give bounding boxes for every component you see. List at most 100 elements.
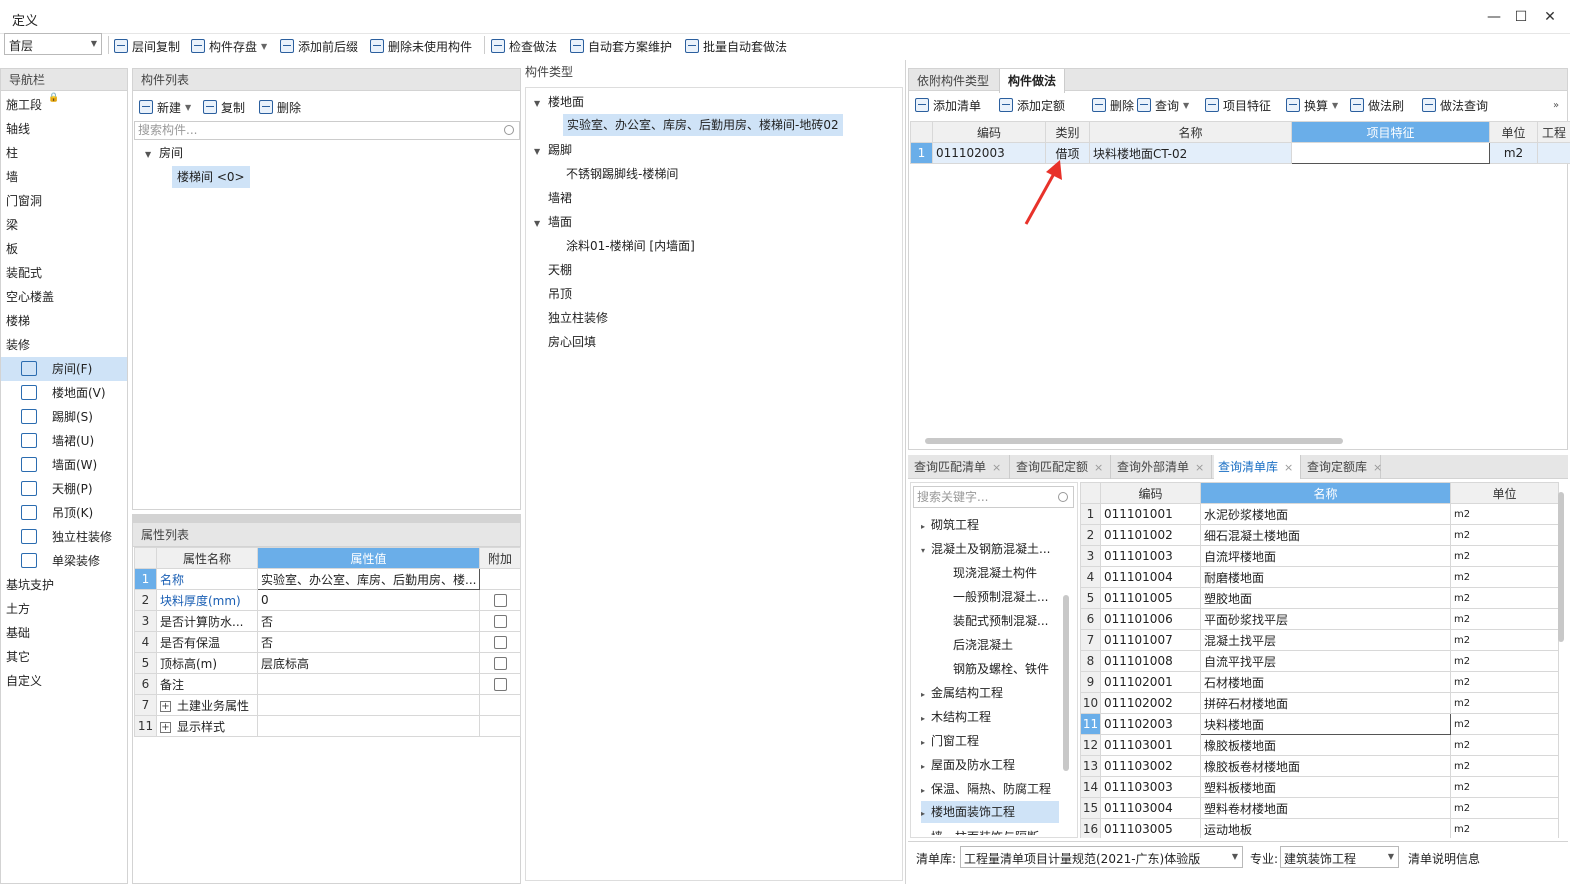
checkbox[interactable] (493, 657, 507, 670)
close-icon[interactable]: × (992, 461, 1001, 474)
column-header[interactable]: 工程 (1537, 121, 1570, 143)
table-row[interactable]: 10 011102002 拼碎石材楼地面 m2 (1080, 692, 1559, 714)
close-icon[interactable]: × (1284, 461, 1293, 474)
unit-cell[interactable]: m2 (1450, 818, 1559, 838)
column-header[interactable]: 类别 (1045, 121, 1090, 143)
table-row[interactable]: 1 名称 实验室、办公室、库房、后勤用房、楼... (134, 568, 521, 590)
table-row[interactable]: 4 是否有保温否 (134, 631, 521, 653)
name-cell[interactable]: 橡胶板楼地面 (1200, 734, 1451, 756)
check-method-button[interactable]: 检查做法 (491, 37, 557, 55)
nav-sub-item[interactable]: 天棚(P) (1, 477, 127, 501)
method-button[interactable]: 做法查询 (1422, 96, 1488, 114)
overflow-icon[interactable]: » (1553, 100, 1559, 111)
checkbox[interactable] (493, 678, 507, 691)
unit-cell[interactable]: m2 (1450, 524, 1559, 546)
table-row[interactable]: 8 011101008 自流平找平层 m2 (1080, 650, 1559, 672)
table-row[interactable]: 11 011102003 块料楼地面 m2 (1080, 713, 1559, 735)
auto-scheme-button[interactable]: 自动套方案维护 (570, 37, 672, 55)
unit-cell[interactable]: m2 (1450, 692, 1559, 714)
query-tree-item[interactable]: ▸ 保温、隔热、防腐工程 (921, 777, 1051, 801)
nav-item[interactable]: 楼梯 (6, 309, 30, 333)
tree-item-stairwell[interactable]: 楼梯间 <0> (172, 166, 250, 188)
nav-sub-item[interactable]: 墙面(W) (1, 453, 127, 477)
property-value[interactable]: 实验室、办公室、库房、后勤用房、楼... (257, 568, 480, 590)
type-tree-item[interactable]: 吊顶 (534, 282, 572, 306)
unit-cell[interactable]: m2 (1450, 734, 1559, 756)
name-cell[interactable]: 自流平找平层 (1200, 650, 1451, 672)
delete-unused-button[interactable]: 删除未使用构件 (370, 37, 472, 55)
unit-cell[interactable]: m2 (1450, 503, 1559, 525)
name-cell[interactable]: 平面砂浆找平层 (1200, 608, 1451, 630)
checkbox[interactable] (493, 636, 507, 649)
table-row[interactable]: 7 011101007 混凝土找平层 m2 (1080, 629, 1559, 651)
code-cell[interactable]: 011103003 (1100, 776, 1201, 798)
nav-item[interactable]: 基础 (6, 621, 30, 645)
name-cell[interactable]: 水泥砂浆楼地面 (1200, 503, 1451, 525)
minimize-icon[interactable]: — (1484, 8, 1504, 26)
nav-item[interactable]: 墙 (6, 165, 18, 189)
table-row[interactable]: 11 + 显示样式 (134, 715, 521, 737)
code-cell[interactable]: 011101005 (1100, 587, 1201, 609)
save-component-button[interactable]: 构件存盘 ▼ (191, 37, 267, 55)
query-tree-item[interactable]: 钢筋及螺栓、铁件 (953, 657, 1049, 681)
table-row[interactable]: 1 011101001 水泥砂浆楼地面 m2 (1080, 503, 1559, 525)
name-cell[interactable]: 塑胶地面 (1200, 587, 1451, 609)
table-row[interactable]: 6 备注 (134, 673, 521, 695)
vertical-scrollbar[interactable] (1558, 492, 1564, 642)
table-row[interactable]: 13 011103002 橡胶板卷材楼地面 m2 (1080, 755, 1559, 777)
column-header[interactable]: 附加 (479, 547, 521, 569)
code-cell[interactable]: 011101008 (1100, 650, 1201, 672)
table-row[interactable]: 3 是否计算防水... 否 (134, 610, 521, 632)
query-tree-item[interactable]: ▸ 砌筑工程 (921, 513, 979, 537)
close-icon[interactable]: × (1195, 461, 1204, 474)
table-row[interactable]: 9 011102001 石材楼地面 m2 (1080, 671, 1559, 693)
query-tree-item[interactable]: ▸ 金属结构工程 (921, 681, 1003, 705)
column-header[interactable]: 属性值 (257, 547, 480, 569)
unit-cell[interactable]: m2 (1450, 566, 1559, 588)
column-header[interactable]: 编码 (1100, 482, 1201, 504)
query-tab[interactable]: 查询清单库 × (1214, 455, 1301, 479)
nav-sub-item[interactable]: 独立柱装修 (1, 525, 127, 549)
method-button[interactable]: 查询 ▼ (1137, 96, 1189, 114)
query-tree-item[interactable]: ▸墙、柱面装饰与隔断... (921, 825, 1050, 835)
unit-cell[interactable]: m2 (1450, 797, 1559, 819)
checkbox[interactable] (493, 594, 507, 607)
copy-floor-button[interactable]: 层间复制 (114, 37, 180, 55)
method-button[interactable]: 做法刷 (1350, 96, 1404, 114)
code-cell[interactable]: 011102002 (1100, 692, 1201, 714)
table-row[interactable]: 16 011103005 运动地板 m2 (1080, 818, 1559, 838)
maximize-icon[interactable]: ☐ (1511, 8, 1531, 26)
table-row[interactable]: 2 块料厚度(mm) 0 (134, 589, 521, 611)
checkbox[interactable] (493, 615, 507, 628)
column-header[interactable]: 单位 (1489, 121, 1538, 143)
expand-icon[interactable]: + (160, 700, 171, 712)
code-cell[interactable]: 011101007 (1100, 629, 1201, 651)
horizontal-scrollbar[interactable] (925, 438, 1343, 444)
property-value[interactable]: 否 (257, 610, 480, 632)
table-row[interactable]: 2 011101002 细石混凝土楼地面 m2 (1080, 524, 1559, 546)
tab-component-method[interactable]: 构件做法 (999, 69, 1066, 93)
name-cell[interactable]: 混凝土找平层 (1200, 629, 1451, 651)
code-cell[interactable]: 011103005 (1100, 818, 1201, 838)
type-tree-item[interactable]: 不锈钢踢脚线-楼梯间 (566, 162, 678, 186)
name-cell[interactable]: 拼碎石材楼地面 (1200, 692, 1451, 714)
floor-select[interactable]: 首层 ▼ (4, 33, 102, 55)
method-button[interactable]: 项目特征 (1205, 96, 1271, 114)
unit-cell[interactable]: m2 (1450, 671, 1559, 693)
type-tree-item[interactable]: 涂料01-楼梯间 [内墙面] (566, 234, 695, 258)
column-header[interactable]: 名称 (1089, 121, 1292, 143)
unit-cell[interactable]: m2 (1450, 629, 1559, 651)
close-icon[interactable]: ✕ (1540, 8, 1560, 26)
property-value[interactable]: 否 (257, 631, 480, 653)
nav-item[interactable]: 板 (6, 237, 18, 261)
type-tree-item[interactable]: ▼ 踢脚 (534, 138, 572, 162)
nav-item[interactable]: 其它 (6, 645, 30, 669)
unit-cell[interactable]: m2 (1450, 545, 1559, 567)
table-row[interactable]: 4 011101004 耐磨楼地面 m2 (1080, 566, 1559, 588)
unit-cell[interactable]: m2 (1450, 650, 1559, 672)
query-tab[interactable]: 查询匹配定额 × (1012, 455, 1111, 479)
table-row[interactable]: 7 + 土建业务属性 (134, 694, 521, 716)
property-value[interactable]: 0 (257, 589, 480, 611)
batch-auto-method-button[interactable]: 批量自动套做法 (685, 37, 787, 55)
query-tree-item[interactable]: ▸ 门窗工程 (921, 729, 979, 753)
